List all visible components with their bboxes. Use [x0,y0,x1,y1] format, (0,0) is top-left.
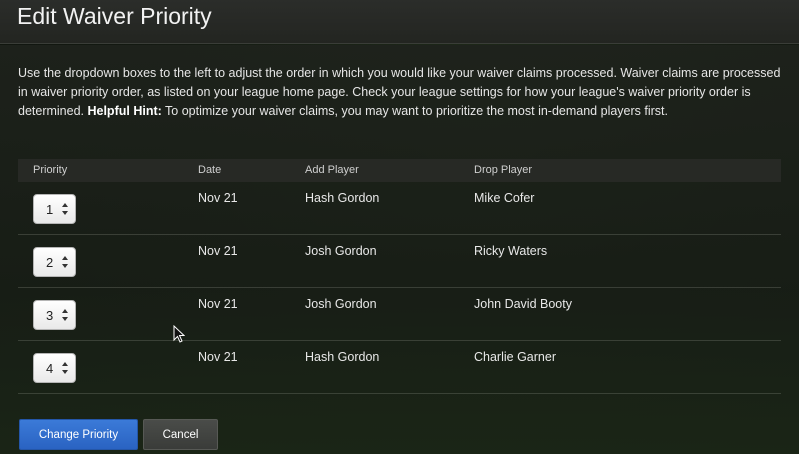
claim-date: Nov 21 [198,191,238,205]
column-header-priority: Priority [33,164,68,176]
add-player-name: Hash Gordon [305,350,380,364]
priority-value: 2 [46,255,54,270]
mouse-pointer-icon [173,325,185,343]
table-header: Priority Date Add Player Drop Player [18,159,781,182]
page-title: Edit Waiver Priority [17,3,212,29]
waiver-claims-table: Priority Date Add Player Drop Player 1 N… [18,159,781,394]
table-row: 1 Nov 21 Hash Gordon Mike Cofer [18,182,781,235]
add-player-name: Hash Gordon [305,191,380,205]
add-player-name: Josh Gordon [305,297,377,311]
up-down-arrows-icon [62,362,68,374]
up-down-arrows-icon [62,309,68,321]
page-header: Edit Waiver Priority [0,0,799,44]
table-row: 2 Nov 21 Josh Gordon Ricky Waters [18,235,781,288]
helpful-hint-text: To optimize your waiver claims, you may … [161,104,668,118]
drop-player-name: Ricky Waters [474,244,548,258]
change-priority-button[interactable]: Change Priority [19,419,138,450]
claim-date: Nov 21 [198,244,238,258]
add-player-name: Josh Gordon [305,244,377,258]
table-row: 3 Nov 21 Josh Gordon John David Booty [18,288,781,341]
priority-value: 3 [46,308,54,323]
cancel-button[interactable]: Cancel [143,419,218,450]
up-down-arrows-icon [62,203,68,215]
drop-player-name: Mike Cofer [474,191,535,205]
drop-player-name: Charlie Garner [474,350,556,364]
priority-select[interactable]: 2 [33,247,76,277]
helpful-hint-label: Helpful Hint: [87,104,162,118]
drop-player-name: John David Booty [474,297,572,311]
up-down-arrows-icon [62,256,68,268]
claim-date: Nov 21 [198,297,238,311]
priority-value: 1 [46,202,54,217]
priority-select[interactable]: 4 [33,353,76,383]
priority-select[interactable]: 1 [33,194,76,224]
column-header-drop-player: Drop Player [474,164,533,176]
column-header-add-player: Add Player [305,164,359,176]
table-row: 4 Nov 21 Hash Gordon Charlie Garner [18,341,781,394]
column-header-date: Date [198,164,222,176]
intro-text: Use the dropdown boxes to the left to ad… [18,64,783,121]
priority-select[interactable]: 3 [33,300,76,330]
claim-date: Nov 21 [198,350,238,364]
priority-value: 4 [46,361,54,376]
